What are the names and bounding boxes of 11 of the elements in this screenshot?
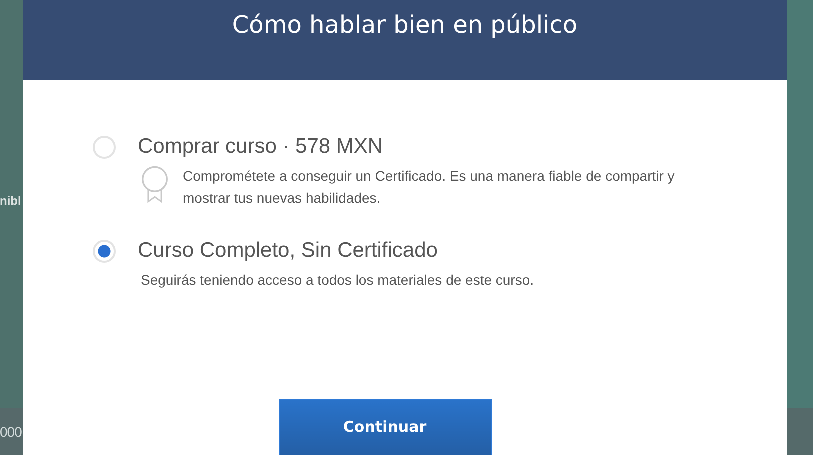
background-text: 000 xyxy=(0,424,22,440)
option-label[interactable]: Comprar curso · 578 MXN xyxy=(138,135,384,159)
continue-button[interactable]: Continuar xyxy=(278,399,492,455)
radio-button[interactable] xyxy=(93,240,116,262)
dialog-title: Cómo hablar bien en público xyxy=(232,10,578,41)
background-text: nibl xyxy=(0,194,22,208)
radio-button[interactable] xyxy=(93,136,116,158)
option-description: Seguirás teniendo acceso a todos los materiales de este curso. xyxy=(141,271,536,290)
ribbon-badge-icon xyxy=(141,165,169,205)
option-description: Comprométete a conseguir un Certificado. Es una manera fiable de compartir y mostrar tus nuevas habilidades. xyxy=(183,167,676,208)
option-label[interactable]: Curso Completo, Sin Certificado xyxy=(138,239,438,263)
